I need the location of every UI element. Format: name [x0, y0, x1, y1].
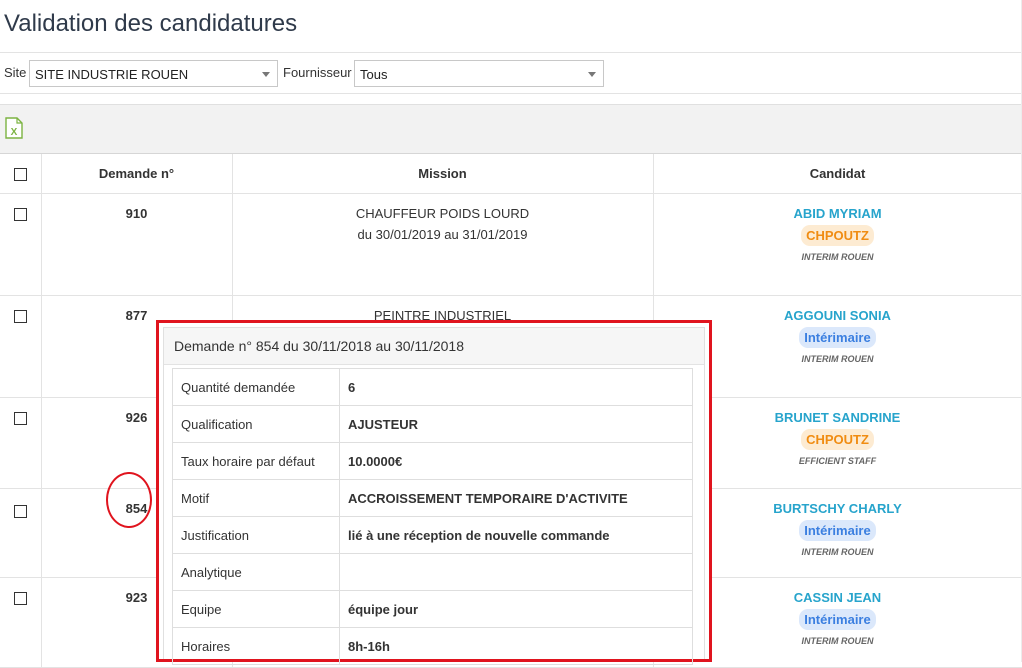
status-badge: Intérimaire [799, 520, 876, 541]
popup-title: Demande n° 854 du 30/11/2018 au 30/11/20… [164, 328, 704, 365]
detail-value: AJUSTEUR [339, 405, 693, 443]
page-title: Validation des candidatures [4, 10, 298, 37]
status-badge: CHPOUTZ [801, 225, 874, 246]
header-candidat: Candidat [653, 154, 1022, 194]
status-badge: Intérimaire [799, 609, 876, 630]
chevron-down-icon [588, 72, 596, 77]
chevron-down-icon [262, 72, 270, 77]
select-all-checkbox[interactable] [13, 168, 27, 182]
agency-name: INTERIM ROUEN [801, 252, 874, 262]
detail-row: Quantité demandée 6 [172, 368, 693, 406]
excel-icon[interactable]: X [5, 117, 23, 139]
detail-row: Justification lié à une réception de nouv… [172, 516, 693, 554]
detail-key: Horaires [172, 627, 340, 665]
status-badge: Intérimaire [799, 327, 876, 348]
detail-value: 10.0000€ [339, 442, 693, 480]
filter-bar: Site SITE INDUSTRIE ROUEN Fournisseur To… [0, 53, 1022, 94]
row-checkbox[interactable] [13, 592, 27, 605]
header-demande: Demande n° [41, 154, 233, 194]
supplier-label: Fournisseur [283, 65, 352, 80]
table-row: 910 CHAUFFEUR POIDS LOURD du 30/01/2019 … [0, 193, 1022, 296]
site-select-value: SITE INDUSTRIE ROUEN [35, 67, 189, 82]
supplier-select[interactable]: Tous [354, 60, 604, 87]
row-checkbox[interactable] [13, 505, 27, 518]
detail-key: Motif [172, 479, 340, 517]
demande-details-table: Quantité demandée 6 Qualification AJUSTEUR… [172, 368, 693, 665]
detail-row: Taux horaire par défaut 10.0000€ [172, 442, 693, 480]
highlight-circle [106, 472, 152, 528]
detail-value [339, 553, 693, 591]
header-mission: Mission [232, 154, 654, 194]
detail-row: Qualification AJUSTEUR [172, 405, 693, 443]
detail-value: lié à une réception de nouvelle commande [339, 516, 693, 554]
status-badge: CHPOUTZ [801, 429, 874, 450]
svg-text:X: X [11, 127, 18, 138]
demande-details-popup: Demande n° 854 du 30/11/2018 au 30/11/20… [156, 320, 712, 665]
row-checkbox[interactable] [13, 412, 27, 425]
detail-value: 6 [339, 368, 693, 406]
detail-value: ACCROISSEMENT TEMPORAIRE D'ACTIVITE [339, 479, 693, 517]
site-select[interactable]: SITE INDUSTRIE ROUEN [29, 60, 278, 87]
detail-key: Equipe [172, 590, 340, 628]
mission-dates: du 30/01/2019 au 31/01/2019 [357, 227, 528, 242]
detail-row: Horaires 8h-16h [172, 627, 693, 665]
header-select-all [0, 154, 42, 194]
supplier-select-value: Tous [360, 67, 388, 82]
detail-value: 8h-16h [339, 627, 693, 665]
site-label: Site [4, 65, 27, 80]
detail-key: Justification [172, 516, 340, 554]
row-checkbox[interactable] [13, 208, 27, 221]
detail-value: équipe jour [339, 590, 693, 628]
candidate-name[interactable]: ABID MYRIAM [654, 206, 1022, 221]
detail-row: Analytique [172, 553, 693, 591]
mission-title: CHAUFFEUR POIDS LOURD [355, 206, 530, 221]
detail-key: Qualification [172, 405, 340, 443]
detail-row: Equipe équipe jour [172, 590, 693, 628]
detail-row: Motif ACCROISSEMENT TEMPORAIRE D'ACTIVITE [172, 479, 693, 517]
demande-number[interactable]: 910 [42, 206, 232, 221]
row-checkbox[interactable] [13, 310, 27, 323]
detail-key: Taux horaire par défaut [172, 442, 340, 480]
table-header-row: Demande n° Mission Candidat [0, 154, 1022, 194]
toolbar: X [0, 104, 1022, 154]
detail-key: Analytique [172, 553, 340, 591]
detail-key: Quantité demandée [172, 368, 340, 406]
